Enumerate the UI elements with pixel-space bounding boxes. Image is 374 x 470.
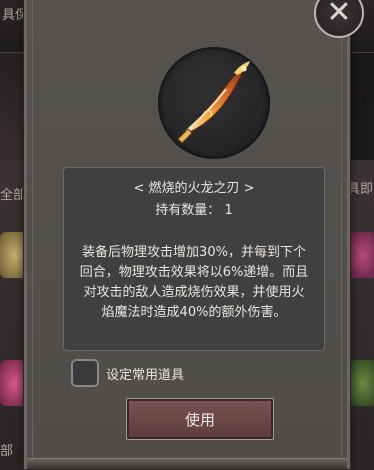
background-tab-bottom[interactable]: 部 — [0, 440, 13, 459]
item-description: 装备后物理攻击增加30%，并每到下个回合，物理攻击效果将以6%递增。而且对攻击的… — [79, 245, 309, 320]
background-tab-all[interactable]: 全部 — [0, 184, 26, 203]
favorite-item-label[interactable]: 设定常用道具 — [106, 364, 184, 383]
background-item-icon[interactable] — [348, 360, 374, 406]
item-name: < 燃烧的火龙之刃 > — [133, 181, 255, 196]
dialog-bottom-trim — [27, 458, 347, 469]
item-description-panel: < 燃烧的火龙之刃 > 持有数量： 1 装备后物理攻击增加30%，并每到下个回合… — [63, 167, 325, 351]
use-button[interactable]: 使用 — [126, 398, 274, 440]
item-count-label: 持有数量： — [155, 203, 221, 218]
background-tab-right[interactable]: 具即 — [347, 178, 373, 197]
item-detail-dialog: < 燃烧的火龙之刃 > 持有数量： 1 装备后物理攻击增加30%，并每到下个回合… — [24, 0, 350, 469]
flame-dragon-blade-icon — [158, 47, 270, 159]
close-icon: ✕ — [326, 0, 352, 30]
item-count: 持有数量： 1 — [64, 202, 324, 220]
item-count-value: 1 — [224, 203, 233, 218]
favorite-item-checkbox[interactable] — [71, 359, 99, 387]
background-item-icon[interactable] — [348, 232, 374, 278]
